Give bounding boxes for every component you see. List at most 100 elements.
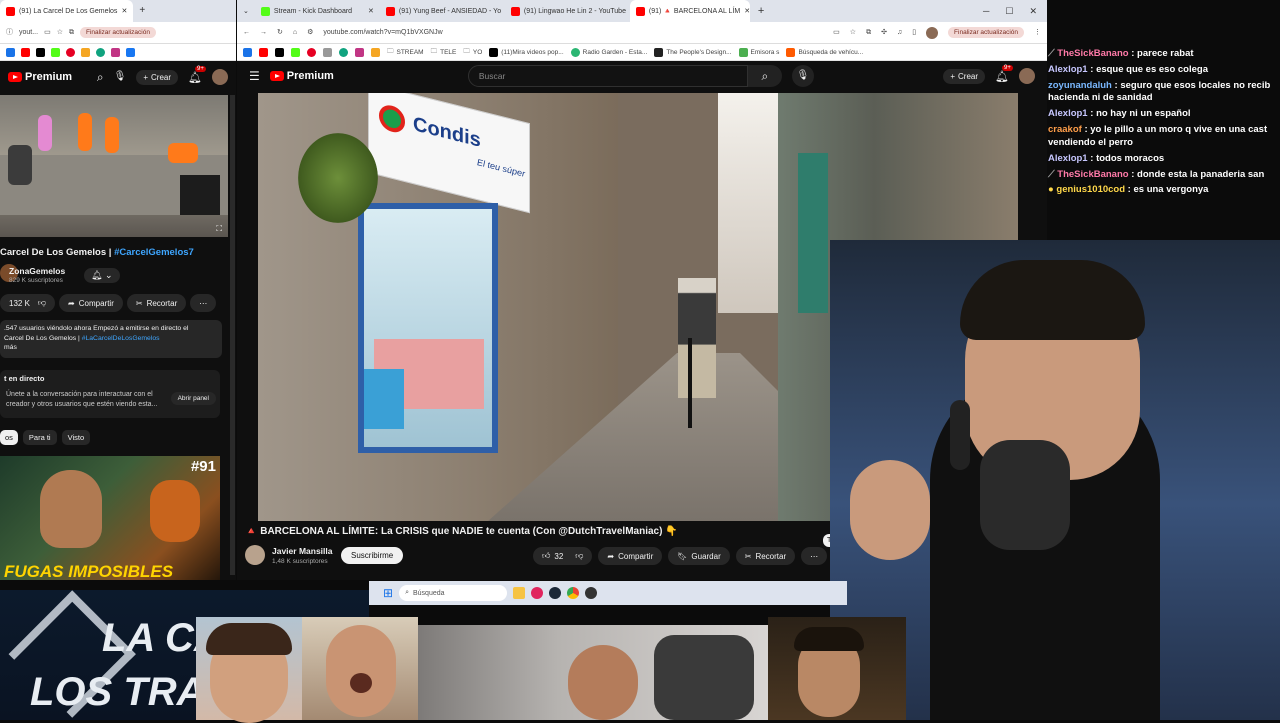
save-button[interactable]: 🔖︎ Guardar [668, 547, 730, 565]
star-icon[interactable]: ☆ [850, 29, 856, 36]
extension-icon[interactable]: ⧉ [69, 29, 74, 36]
bookmark-icon[interactable] [6, 47, 15, 57]
avatar[interactable] [212, 69, 228, 85]
bookmark-stream[interactable]: 🗀 STREAM [387, 47, 424, 58]
more-button[interactable]: ⋯ [801, 547, 828, 565]
taskbar-search-input[interactable]: ⌕ Búsqueda [399, 585, 508, 601]
back-icon[interactable]: ← [243, 29, 250, 36]
bookmark-tele[interactable]: 🗀 TELE [431, 47, 457, 58]
chrome-icon[interactable] [567, 587, 580, 599]
create-button[interactable]: + Crear [136, 69, 179, 85]
youtube-bookmark-icon[interactable] [21, 47, 30, 57]
youtube-logo[interactable]: Premium [269, 70, 334, 82]
create-button[interactable]: + Crear [943, 68, 986, 84]
bookmark-icon[interactable] [81, 47, 90, 57]
tiktok-bookmark-icon[interactable] [36, 47, 45, 57]
update-button[interactable]: Finalizar actualización [948, 27, 1024, 38]
maximize-icon[interactable]: ☐ [1005, 6, 1013, 17]
site-info-icon[interactable]: ⚙ [307, 29, 313, 36]
share-button[interactable]: ➦ Compartir [598, 547, 663, 565]
tab-search-icon[interactable]: ⌄ [237, 8, 255, 15]
reload-icon[interactable]: ↻ [277, 29, 283, 36]
bookmark-tiktok[interactable]: (11)Mira videos pop... [489, 47, 564, 57]
close-icon[interactable]: ✕ [368, 7, 374, 15]
subscribe-button[interactable]: Suscribirme [341, 547, 404, 564]
new-tab-icon[interactable]: + [133, 6, 151, 16]
pinterest-bookmark-icon[interactable] [66, 47, 75, 57]
left-video-player[interactable]: ⛶ [0, 95, 228, 237]
instagram-bookmark-icon[interactable] [355, 47, 364, 57]
like-button[interactable]: 👍︎ 32 👎︎ [533, 547, 593, 565]
instagram-bookmark-icon[interactable] [111, 47, 120, 57]
chatgpt-bookmark-icon[interactable] [339, 47, 348, 57]
notifications-bell-icon[interactable]: 🔔︎ 9+ [995, 64, 1013, 83]
left-url[interactable]: yout... [19, 29, 38, 36]
microphone-icon[interactable]: 🎙︎ [791, 65, 814, 87]
channel-name[interactable]: ZonaGemelos [9, 266, 65, 276]
clip-button[interactable]: ✂ Recortar [735, 547, 796, 565]
extensions-puzzle-icon[interactable]: ✣ [881, 29, 887, 36]
bookmark-vehiculos[interactable]: Búsqueda de vehícu... [786, 47, 863, 57]
open-panel-button[interactable]: Abrir panel [170, 392, 216, 405]
bookmark-icon[interactable] [243, 47, 252, 57]
description-box[interactable]: .547 usuarios viéndolo ahora Empezó a em… [0, 320, 222, 358]
youtube-bookmark-icon[interactable] [259, 47, 268, 57]
description-hashtag[interactable]: #LaCarcelDeLosGemelos [82, 335, 160, 342]
search-button[interactable]: ⌕ [747, 65, 782, 87]
close-icon[interactable]: ✕ [121, 8, 127, 15]
like-button[interactable]: 132 K 👎︎ [0, 294, 56, 312]
star-icon[interactable]: ☆ [57, 29, 63, 36]
channel-avatar[interactable] [245, 545, 265, 565]
minimize-icon[interactable]: ─ [983, 6, 989, 17]
avatar[interactable] [1019, 68, 1035, 84]
profile-avatar[interactable] [926, 26, 939, 39]
tiktok-bookmark-icon[interactable] [275, 47, 284, 57]
update-button[interactable]: Finalizar actualización [79, 27, 156, 38]
new-tab-icon[interactable]: + [750, 5, 772, 17]
close-window-icon[interactable]: ✕ [1029, 6, 1037, 17]
cast-icon[interactable]: ▭ [833, 29, 840, 36]
menu-dots-icon[interactable]: ⋮ [1034, 29, 1041, 36]
pinterest-bookmark-icon[interactable] [307, 47, 316, 57]
windows-start-icon[interactable]: ⊞ [383, 587, 393, 599]
home-icon[interactable]: ⌂ [293, 29, 297, 36]
kick-bookmark-icon[interactable] [51, 47, 60, 57]
left-video-hashtag[interactable]: #CarcelGemelos7 [114, 247, 194, 258]
bookmark-peoples-design[interactable]: The People's Design... [654, 47, 732, 57]
cast-icon[interactable]: ▭ [44, 29, 51, 36]
left-tab-active[interactable]: (91) La Carcel De Los Gemelos ✕ [0, 0, 134, 22]
split-icon[interactable]: ▯ [912, 29, 916, 36]
bookmark-yo[interactable]: 🗀 YO [463, 47, 482, 58]
chatgpt-bookmark-icon[interactable] [96, 47, 105, 57]
clip-button[interactable]: ✂ Recortar [126, 294, 187, 312]
scrollbar[interactable] [230, 95, 235, 575]
extension-icon[interactable]: ⧉ [866, 29, 871, 36]
bookmark-icon[interactable] [371, 47, 380, 57]
chip-watched[interactable]: Visto [61, 430, 91, 445]
hamburger-menu-icon[interactable]: ☰ [249, 70, 260, 82]
url-field[interactable]: youtube.com/watch?v=mQ1bVXGNJw [323, 29, 823, 36]
bookmark-radio-garden[interactable]: Radio Garden - Esta... [570, 47, 647, 57]
youtube-logo[interactable]: Premium [8, 71, 72, 83]
more-button[interactable]: ⋯ [190, 294, 217, 312]
recommended-thumbnail[interactable]: #91 FUGAS IMPOSIBLES [0, 456, 220, 580]
notification-bell-button[interactable]: 🔔︎ ⌄ [84, 268, 120, 283]
info-icon[interactable]: ⓘ [6, 29, 13, 36]
forward-icon[interactable]: → [260, 29, 267, 36]
search-input[interactable]: Buscar [467, 65, 748, 87]
show-more-link[interactable]: más [4, 343, 218, 353]
tab-kick[interactable]: Stream - Kick Dashboard ✕ [255, 0, 380, 22]
channel-name[interactable]: Javier Mansilla [272, 546, 332, 556]
share-button[interactable]: ➦ Compartir [59, 294, 123, 312]
chip-all[interactable]: os [0, 430, 18, 445]
tab-yung-beef[interactable]: (91) Yung Beef - ANSIEDAD - Yo✕ [380, 0, 505, 22]
tab-lingwao[interactable]: (91) Lingwao He Lin 2 - YouTube✕ [505, 0, 630, 22]
tab-barcelona[interactable]: (91) 🔺 BARCELONA AL LÍM ✕ [629, 0, 750, 22]
app-icon[interactable] [531, 587, 544, 599]
bookmark-icon[interactable] [126, 47, 135, 57]
file-explorer-icon[interactable] [513, 587, 526, 599]
steam-icon[interactable] [549, 587, 562, 599]
search-icon[interactable]: ⌕ [97, 71, 104, 83]
obs-icon[interactable] [585, 587, 598, 599]
notifications-bell-icon[interactable]: 🔔︎ 9+ [188, 65, 206, 84]
